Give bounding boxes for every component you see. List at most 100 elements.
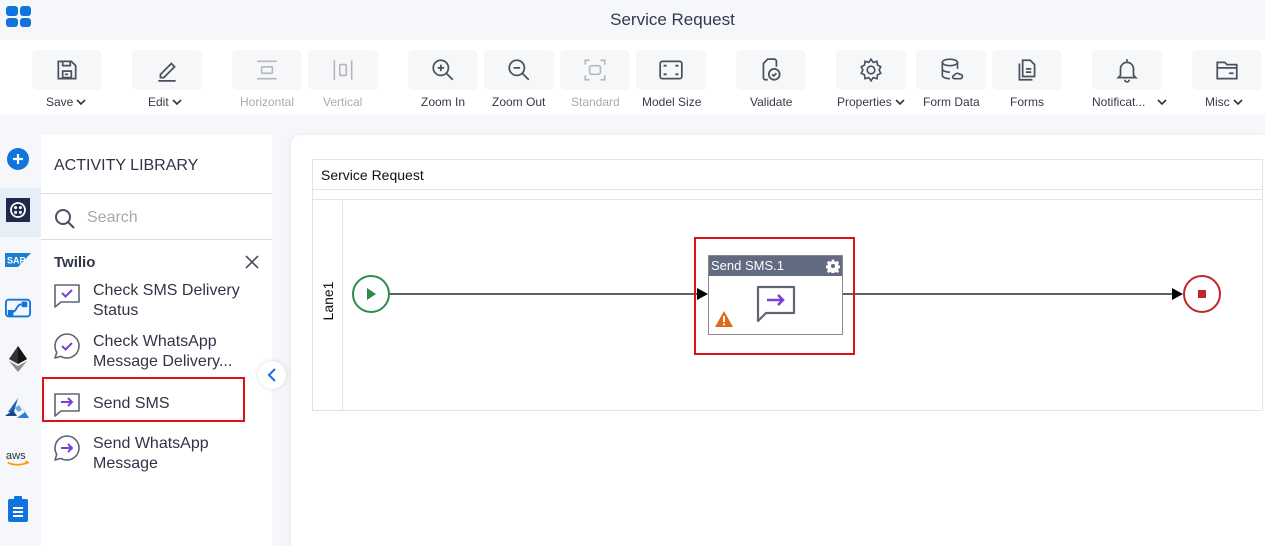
save-button[interactable] [32, 50, 102, 90]
properties-button[interactable] [836, 50, 906, 90]
page-title: Service Request [610, 10, 735, 29]
rail-sap-button[interactable]: SAP [5, 247, 31, 273]
sms-check-icon [54, 284, 80, 308]
chevron-down-icon [1157, 99, 1167, 106]
library-title: ACTIVITY LIBRARY [54, 157, 199, 174]
properties-label[interactable]: Properties [837, 95, 905, 109]
whatsapp-send-icon [54, 435, 80, 461]
activity-item-check-whatsapp-message-delivery[interactable]: Check WhatsApp Message Delivery... [53, 332, 243, 372]
activity-item-check-sms-delivery-status[interactable]: Check SMS Delivery Status [53, 281, 243, 321]
chevron-down-icon [172, 99, 182, 106]
misc-label[interactable]: Misc [1205, 95, 1243, 109]
azure-icon [5, 398, 29, 418]
lane-header: Lane1 [313, 201, 343, 410]
horizontal-layout-icon [257, 60, 277, 80]
ethereum-icon [9, 346, 27, 372]
save-label[interactable]: Save [46, 95, 86, 109]
activity-label-line2: Status [93, 302, 139, 319]
close-icon[interactable] [245, 255, 259, 269]
zoom-out-icon [508, 59, 530, 81]
horizontal-label: Horizontal [240, 95, 295, 109]
gear-icon [860, 57, 882, 83]
zoom-in-button[interactable] [408, 50, 478, 90]
chevron-left-icon [267, 368, 276, 382]
divider [41, 239, 272, 240]
plus-circle-icon [7, 148, 29, 170]
forms-label: Forms [1010, 95, 1044, 109]
left-rail: SAP aws [0, 135, 41, 546]
flow-icon [5, 298, 31, 318]
rail-azure-button[interactable] [5, 396, 31, 422]
validate-label: Validate [750, 95, 793, 109]
rail-aws-button[interactable]: aws [5, 445, 31, 471]
activity-label: Check SMS Delivery Status [93, 281, 240, 321]
toolbar: Save Edit Horizontal Vertical Zoom In Zo… [0, 40, 1265, 115]
warning-icon[interactable] [715, 311, 733, 327]
chevron-down-icon [76, 99, 86, 106]
clipboard-icon [8, 496, 28, 522]
save-text: Save [46, 95, 74, 109]
misc-text: Misc [1205, 95, 1230, 109]
end-event[interactable] [1183, 275, 1221, 313]
pool-title: Service Request [321, 167, 424, 183]
standard-button[interactable] [560, 50, 630, 90]
activity-label-line2: Message Delivery... [93, 353, 233, 370]
edit-button[interactable] [132, 50, 202, 90]
activity-label-line1: Check SMS Delivery [93, 282, 240, 299]
forms-icon [1018, 59, 1036, 81]
rail-clipboard-button[interactable] [5, 496, 31, 522]
task-title: Send SMS.1 [711, 258, 784, 273]
activity-label: Check WhatsApp Message Delivery... [93, 332, 232, 372]
standard-size-icon [584, 59, 606, 81]
database-icon [941, 58, 964, 80]
activity-library-panel: ACTIVITY LIBRARY Search Twilio Check SMS… [41, 135, 272, 546]
zoom-out-label: Zoom Out [492, 95, 546, 109]
model-size-button[interactable] [636, 50, 706, 90]
forms-button[interactable] [992, 50, 1062, 90]
rail-flow-button[interactable] [5, 296, 31, 322]
notifications-text: Notificat... [1092, 95, 1146, 109]
vertical-layout-icon [333, 60, 353, 80]
activity-label-line1: Send WhatsApp [93, 435, 209, 452]
horizontal-button[interactable] [232, 50, 302, 90]
edit-icon [158, 62, 176, 82]
send-sms-task[interactable]: Send SMS.1 [708, 255, 843, 335]
start-event[interactable] [352, 275, 390, 313]
vertical-label: Vertical [323, 95, 363, 109]
notifications-label[interactable]: Notificat... [1092, 95, 1167, 109]
search-input[interactable]: Search [87, 209, 138, 227]
edit-text: Edit [148, 95, 169, 109]
rail-add-button[interactable] [5, 146, 31, 172]
bell-icon [1116, 59, 1138, 83]
rail-twilio-button[interactable] [5, 197, 31, 223]
notifications-button[interactable] [1092, 50, 1162, 90]
activity-label: Send WhatsApp Message [93, 434, 209, 474]
edit-label[interactable]: Edit [148, 95, 182, 109]
rail-ethereum-button[interactable] [5, 346, 31, 372]
send-sms-highlight [42, 377, 245, 422]
collapse-panel-button[interactable] [258, 361, 286, 389]
sms-send-icon [756, 285, 796, 323]
sap-icon: SAP [5, 253, 31, 267]
zoom-in-label: Zoom In [421, 95, 466, 109]
pool-header: Service Request [313, 160, 1262, 190]
divider [41, 193, 272, 194]
vertical-button[interactable] [308, 50, 378, 90]
lane-label: Lane1 [320, 281, 336, 321]
misc-button[interactable] [1192, 50, 1262, 90]
properties-text: Properties [837, 95, 892, 109]
validate-button[interactable] [736, 50, 806, 90]
activity-label-line1: Check WhatsApp [93, 333, 217, 350]
form-data-button[interactable] [916, 50, 986, 90]
zoom-in-icon [432, 59, 454, 81]
task-header: Send SMS.1 [709, 256, 842, 276]
validate-icon [762, 58, 781, 81]
group-title: Twilio [54, 254, 96, 271]
svg-text:SAP: SAP [7, 256, 26, 266]
model-size-icon [659, 60, 683, 80]
pool-divider [313, 190, 1262, 200]
folder-icon [1216, 61, 1238, 80]
gear-icon[interactable] [826, 259, 840, 273]
activity-item-send-whatsapp-message[interactable]: Send WhatsApp Message [53, 434, 243, 474]
zoom-out-button[interactable] [484, 50, 554, 90]
